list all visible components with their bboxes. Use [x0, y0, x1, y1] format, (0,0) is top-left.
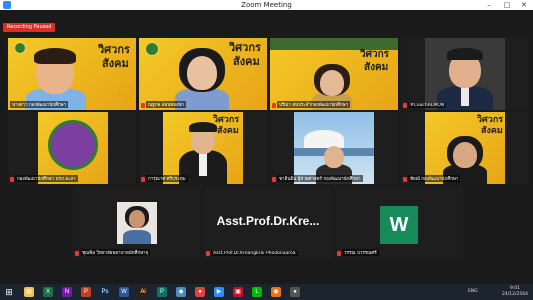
gear-decoration-icon: [118, 84, 134, 100]
window-titlebar: Zoom Meeting – □ ✕: [0, 0, 533, 10]
participant-body: [123, 230, 151, 244]
participant-face: [129, 210, 145, 228]
participant-tile[interactable]: W วรรณ ปวรรณศรี: [335, 186, 463, 258]
muted-mic-icon: [272, 103, 276, 108]
university-logo-icon: [145, 42, 159, 56]
gallery-view: Recording Paused วิศวกร สังคม นางสาว กอง…: [0, 10, 533, 284]
muted-mic-icon: [403, 103, 407, 108]
banner-subtitle: สังคม: [217, 126, 239, 136]
participant-name-display: Asst.Prof.Dr.Kre...: [216, 214, 320, 228]
illustrator-taskbar-icon[interactable]: Ai: [138, 287, 148, 297]
participant-face: [187, 56, 217, 90]
participant-shirt: [461, 86, 469, 106]
recording-paused-badge[interactable]: Recording Paused: [3, 23, 56, 32]
line-taskbar-icon[interactable]: L: [252, 287, 262, 297]
participant-shirt: [199, 152, 207, 176]
window-title: Zoom Meeting: [241, 1, 292, 9]
banner-subtitle: สังคม: [481, 126, 503, 136]
minimize-button[interactable]: –: [481, 0, 497, 10]
participant-tile[interactable]: วิศวกร สังคม ปรีณา สมประจำกองพัฒนานักศึก…: [270, 38, 398, 110]
participant-hair: [447, 48, 483, 60]
excel-taskbar-icon[interactable]: X: [43, 287, 53, 297]
muted-mic-icon: [272, 177, 276, 182]
media-taskbar-icon[interactable]: ◉: [271, 287, 281, 297]
participant-tile[interactable]: กองพัฒนานักศึกษา มรภ.ยะลา: [8, 112, 136, 184]
participant-tile[interactable]: Asst.Prof.Dr.Kre... Asst.Prof.Dr.Kreangk…: [204, 186, 332, 258]
participant-name: วรรณ ปวรรณศรี: [342, 249, 379, 256]
banner-title: วิศวกร: [98, 43, 130, 56]
participant-tile[interactable]: วิศวกร สังคม ชัยณ์ กองพัฒนานักศึกษา: [401, 112, 529, 184]
banner-subtitle: สังคม: [102, 57, 129, 70]
participant-face: [320, 70, 344, 96]
participant-name: กองพัฒนานักศึกษา มรภ.ยะลา: [15, 175, 78, 182]
language-indicator[interactable]: ENG: [468, 289, 478, 295]
clock-date: 24/12/2564: [502, 292, 528, 297]
close-button[interactable]: ✕: [516, 0, 532, 10]
file-explorer-taskbar-icon[interactable]: ▤: [24, 287, 34, 297]
muted-mic-icon: [75, 251, 79, 256]
participant-hair: [34, 48, 76, 64]
publisher-taskbar-icon[interactable]: P: [157, 287, 167, 297]
participant-name: ปรีณา สมประจำกองพัฒนานักศึกษา: [277, 101, 351, 108]
participant-tile[interactable]: ชุณพิล วิทยาลัยพยาบาลนักศึกษาจุ: [73, 186, 201, 258]
muted-mic-icon: [141, 103, 145, 108]
banner-title: วิศวกร: [360, 49, 390, 60]
system-clock[interactable]: 9:01 24/12/2564: [500, 286, 530, 298]
participant-hair: [189, 122, 217, 132]
participant-tile[interactable]: ชาลินอิน ผู้ช่วยศาสตร์ กองพัฒนานักศึกษา: [270, 112, 398, 184]
participant-name: ชุณพิล วิทยาลัยพยาบาลนักศึกษาจุ: [80, 249, 151, 256]
chrome-taskbar-icon[interactable]: ●: [195, 287, 205, 297]
participant-name: ชัยณ์ กองพัฒนานักศึกษา: [408, 175, 461, 182]
participant-name: #CoachALMON: [408, 103, 447, 108]
muted-mic-icon: [403, 177, 407, 182]
participant-name: ชาลินอิน ผู้ช่วยศาสตร์ กองพัฒนานักศึกษา: [277, 175, 363, 182]
participant-name: Asst.Prof.Dr.Kreangkrai Phodonaaroa: [211, 251, 298, 256]
participant-avatar: W: [380, 206, 418, 244]
muted-mic-icon: [206, 251, 210, 256]
university-logo-icon: [14, 42, 26, 54]
banner-title: วิศวกร: [229, 41, 261, 54]
participant-name: การุณาศ ศรีประทุม: [146, 175, 188, 182]
start-button[interactable]: ⊞: [4, 287, 14, 297]
participant-name: นางสาว กองพัฒนานักศึกษา: [10, 101, 69, 108]
participant-tile[interactable]: วิศวกร สังคม ณฐภล อ่อนทองพัก: [139, 38, 267, 110]
video-app-taskbar-icon[interactable]: ▣: [233, 287, 243, 297]
opera-house-backdrop: [304, 130, 344, 148]
banner-subtitle: สังคม: [233, 55, 260, 68]
word-taskbar-icon[interactable]: W: [119, 287, 129, 297]
zoom-taskbar-icon[interactable]: ▶: [214, 287, 224, 297]
camera-taskbar-icon[interactable]: ●: [290, 287, 300, 297]
banner-title: วิศวกร: [213, 115, 240, 125]
banner-subtitle: สังคม: [364, 62, 389, 73]
windows-taskbar: ⊞ ▤ X N P Ps W Ai P ◆ ● ▶ ▣ L ◉ ● ENG 9:01 24/12/2564: [0, 284, 533, 300]
participant-tile[interactable]: วิศวกร สังคม นางสาว กองพัฒนานักศึกษา: [8, 38, 136, 110]
participant-tile[interactable]: #CoachALMON: [401, 38, 529, 110]
muted-mic-icon: [337, 251, 341, 256]
participant-tile[interactable]: วิศวกร สังคม การุณาศ ศรีประทุม: [139, 112, 267, 184]
muted-mic-icon: [10, 177, 14, 182]
banner-title: วิศวกร: [477, 115, 504, 125]
powerpoint-taskbar-icon[interactable]: P: [81, 287, 91, 297]
university-seal-icon: [48, 120, 98, 170]
sticky-notes-taskbar-icon[interactable]: ◆: [176, 287, 186, 297]
onenote-taskbar-icon[interactable]: N: [62, 287, 72, 297]
photoshop-taskbar-icon[interactable]: Ps: [100, 287, 110, 297]
maximize-button[interactable]: □: [499, 0, 515, 10]
participant-name: ณฐภล อ่อนทองพัก: [146, 101, 186, 108]
participant-face: [324, 146, 344, 168]
muted-mic-icon: [141, 177, 145, 182]
participant-face: [453, 142, 477, 168]
